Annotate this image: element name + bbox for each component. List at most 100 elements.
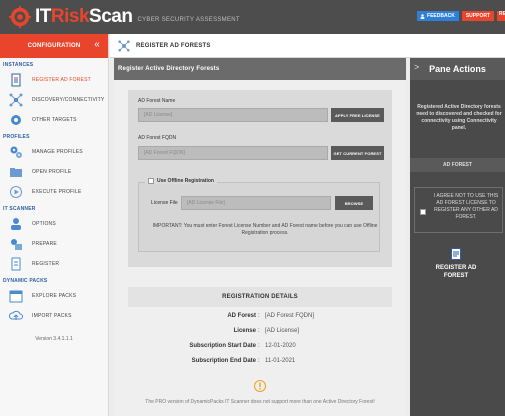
sidebar-header: CONFIGURATION « (0, 34, 108, 58)
registration-key: Subscription End Date (191, 358, 256, 364)
registration-details-header: REGISTRATION DETAILS (128, 287, 392, 307)
registration-value: [AD Forest FQDN] (265, 313, 315, 319)
sidebar: CONFIGURATION « INSTANCES REGISTER AD FO… (0, 34, 109, 416)
registration-row: License: [AD License] (128, 328, 392, 340)
sidebar-item-other-targets[interactable]: OTHER TARGETS (0, 110, 108, 130)
folder-icon (10, 168, 22, 177)
section-title-dynamic-packs: DYNAMIC PACKS (3, 278, 48, 284)
gear-icon (11, 115, 21, 125)
cloud-upload-icon (9, 310, 23, 320)
register-ad-forest-button[interactable]: REGISTER AD FOREST (426, 248, 486, 280)
logo-text-risk: Risk (50, 6, 90, 27)
topbar-actions: FEEDBACK SUPPORT RE (417, 11, 505, 21)
sidebar-item-label: IMPORT PACKS (32, 313, 72, 319)
gears-icon (10, 146, 22, 158)
registration-row: Subscription End Date: 11-01-2021 (128, 358, 392, 370)
network-icon (118, 39, 130, 52)
pane-title: Pane Actions (429, 64, 486, 74)
user-icon (420, 13, 425, 19)
play-icon (10, 186, 22, 198)
registration-value: 11-01-2021 (265, 358, 296, 364)
calendar-icon (9, 290, 23, 303)
feedback-button[interactable]: FEEDBACK (417, 11, 459, 21)
pane-actions: > Pane Actions Registered Active Directo… (410, 58, 505, 416)
offline-note: IMPORTANT: You must enter Forest License… (152, 223, 378, 236)
apply-free-license-button[interactable]: APPLY FREE LICENSE (331, 108, 384, 122)
offline-registration-toggle[interactable]: Use Offline Registration (145, 178, 217, 184)
registration-separator: : (258, 343, 260, 349)
document-icon (11, 73, 21, 87)
get-current-forest-button[interactable]: GET CURRENT FOREST (331, 146, 384, 160)
sidebar-item-execute-profile[interactable]: EXECUTE PROFILE (0, 182, 108, 202)
register-icon (11, 257, 21, 271)
sidebar-item-label: OPEN PROFILE (32, 169, 72, 175)
pane-header: > Pane Actions (410, 58, 505, 80)
sidebar-item-explore-packs[interactable]: EXPLORE PACKS (0, 286, 108, 306)
support-label: SUPPORT (465, 13, 490, 19)
forest-name-input[interactable]: [AD License] (138, 108, 328, 122)
registration-row: AD Forest: [AD Forest FQDN] (128, 313, 392, 325)
registration-separator: : (258, 313, 260, 319)
top-bar: IT Risk Scan CYBER SECURITY ASSESSMENT FEE… (0, 0, 505, 34)
registration-value: 12-01-2020 (265, 343, 296, 349)
panel-title: Register Active Directory Forests (114, 58, 406, 80)
forest-fqdn-input[interactable]: [AD Forest FQDN] (138, 146, 328, 160)
sidebar-item-label: REGISTER (32, 261, 60, 267)
sidebar-title: CONFIGURATION (27, 43, 81, 49)
page-header: REGISTER AD FORESTS (110, 34, 505, 58)
logo-subtitle: CYBER SECURITY ASSESSMENT (137, 16, 240, 23)
feedback-label: FEEDBACK (427, 13, 455, 19)
pane-description: Registered Active Directory forests need… (416, 104, 502, 131)
sidebar-item-register[interactable]: REGISTER (0, 254, 108, 274)
browse-button[interactable]: BROWSE (335, 196, 373, 210)
registration-value: [AD License] (265, 328, 300, 334)
warning-icon (254, 380, 266, 392)
registration-key: AD Forest (227, 313, 256, 319)
sidebar-item-prepare[interactable]: PREPARE (0, 234, 108, 254)
register-top-label: RE (499, 11, 505, 17)
section-title-it-scanner: IT SCANNER (3, 206, 36, 212)
sidebar-item-manage-profiles[interactable]: MANAGE PROFILES (0, 142, 108, 162)
sidebar-item-label: OPTIONS (32, 221, 56, 227)
pane-subheader: AD FOREST (410, 158, 505, 172)
pro-version-note: The PRO version of DynamicPacks IT Scann… (145, 399, 375, 405)
user-icon (11, 218, 21, 230)
sidebar-item-label: MANAGE PROFILES (32, 149, 83, 155)
offline-label: Use Offline Registration (157, 178, 214, 184)
sidebar-item-label: EXPLORE PACKS (32, 293, 77, 299)
sidebar-item-open-profile[interactable]: OPEN PROFILE (0, 162, 108, 182)
license-file-label: License File (151, 200, 178, 206)
license-file-input[interactable]: [AD License File] (181, 196, 331, 210)
agree-checkbox[interactable] (420, 209, 426, 215)
logo-gear-icon (9, 6, 31, 28)
sidebar-item-label: PREPARE (32, 241, 57, 247)
network-icon (9, 93, 23, 107)
sidebar-item-label: REGISTER AD FOREST (32, 77, 91, 83)
document-icon (451, 248, 461, 260)
forest-fqdn-label: AD Forest FQDN (138, 135, 177, 141)
sidebar-item-import-packs[interactable]: IMPORT PACKS (0, 306, 108, 326)
forest-name-label: AD Forest Name (138, 98, 176, 104)
sidebar-item-label: EXECUTE PROFILE (32, 189, 82, 195)
logo-text-it: IT (35, 6, 51, 27)
support-button[interactable]: SUPPORT (461, 11, 494, 21)
registration-key: Subscription Start Date (189, 343, 256, 349)
offline-checkbox[interactable] (148, 178, 154, 184)
registration-key: License (233, 328, 256, 334)
register-ad-forest-label: REGISTER AD FOREST (435, 265, 477, 279)
version-label: Version 3.4.1.1.1 (35, 336, 73, 342)
sidebar-item-options[interactable]: OPTIONS (0, 214, 108, 234)
registration-row: Subscription Start Date: 12-01-2020 (128, 343, 392, 355)
sidebar-item-discovery-connectivity[interactable]: DISCOVERY/CONNECTIVITY (0, 90, 108, 110)
registration-separator: : (258, 358, 260, 364)
logo-text-scan: Scan (89, 6, 133, 27)
collapse-pane-button[interactable]: > (414, 62, 419, 72)
section-title-instances: INSTANCES (3, 62, 34, 68)
sidebar-item-register-ad-forest[interactable]: REGISTER AD FOREST (0, 70, 108, 90)
registration-separator: : (258, 328, 260, 334)
sidebar-item-label: DISCOVERY/CONNECTIVITY (32, 97, 105, 103)
license-agreement: I AGREE NOT TO USE THIS AD FOREST LICENS… (414, 187, 503, 233)
register-top-button[interactable]: RE (497, 11, 505, 21)
register-panel: Register Active Directory Forests AD For… (114, 58, 406, 416)
collapse-sidebar-button[interactable]: « (94, 39, 100, 50)
